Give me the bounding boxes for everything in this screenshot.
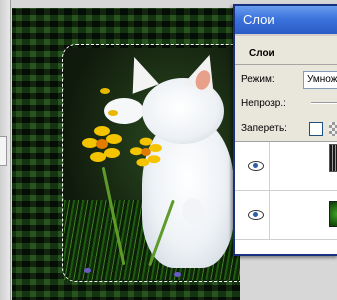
- marquee-selection[interactable]: [62, 44, 240, 282]
- lock-label: Запереть:: [241, 123, 287, 134]
- texture-layer-thumbnail: [329, 144, 337, 172]
- photo-layer-thumbnail: [329, 201, 337, 227]
- blend-mode-select[interactable]: Умножение: [303, 71, 337, 89]
- left-panel-strip: [0, 0, 11, 300]
- visibility-toggle[interactable]: [239, 191, 270, 239]
- layers-panel: Слои Слои Режим: Умножение Непрозр.: Зап…: [233, 4, 337, 256]
- eye-icon: [248, 210, 264, 220]
- left-panel-tab[interactable]: [0, 136, 7, 166]
- visibility-toggle[interactable]: [239, 142, 270, 190]
- blend-mode-label: Режим:: [241, 74, 275, 85]
- layer-row[interactable]: [235, 142, 337, 191]
- layer-row[interactable]: [235, 191, 337, 240]
- opacity-label: Непрозр.:: [241, 98, 286, 109]
- lock-transparency-checkbox[interactable]: [309, 122, 323, 136]
- tab-layers[interactable]: Слои: [249, 48, 275, 59]
- layers-list: [235, 141, 337, 254]
- eye-icon: [248, 161, 264, 171]
- layers-panel-body: Слои Режим: Умножение Непрозр.: Запереть…: [235, 36, 337, 254]
- layers-panel-titlebar[interactable]: Слои: [235, 6, 337, 34]
- lock-pixels-icon[interactable]: [329, 122, 337, 136]
- opacity-slider[interactable]: [311, 102, 337, 104]
- document-canvas[interactable]: [12, 8, 240, 300]
